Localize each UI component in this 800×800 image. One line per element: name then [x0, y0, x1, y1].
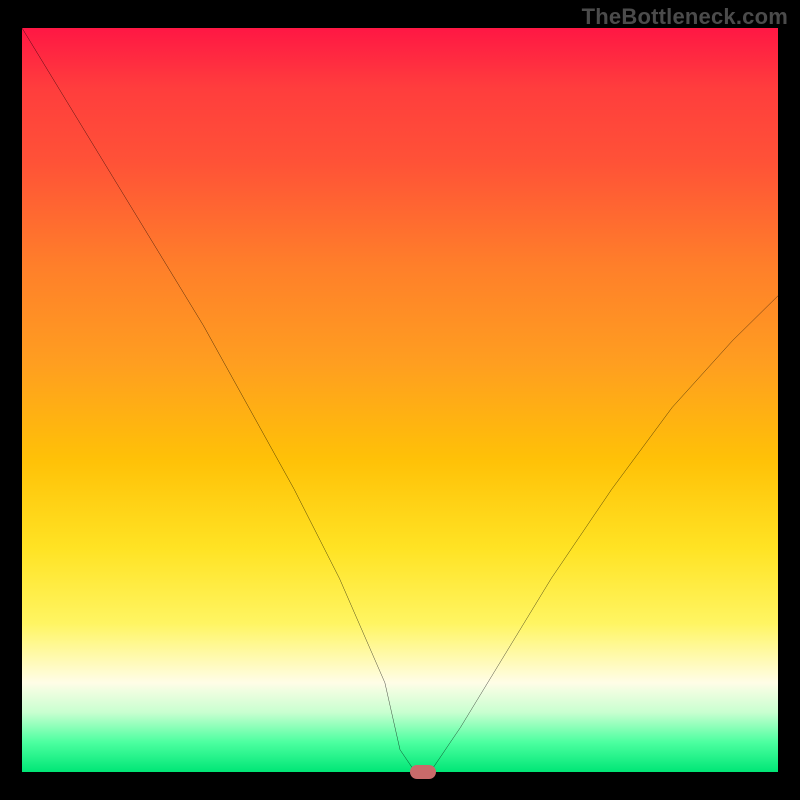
- chart-frame: TheBottleneck.com: [0, 0, 800, 800]
- optimal-point-marker: [410, 765, 436, 779]
- curve-svg: [22, 28, 778, 772]
- watermark-text: TheBottleneck.com: [582, 4, 788, 30]
- plot-area: [22, 28, 778, 772]
- bottleneck-curve: [22, 28, 778, 772]
